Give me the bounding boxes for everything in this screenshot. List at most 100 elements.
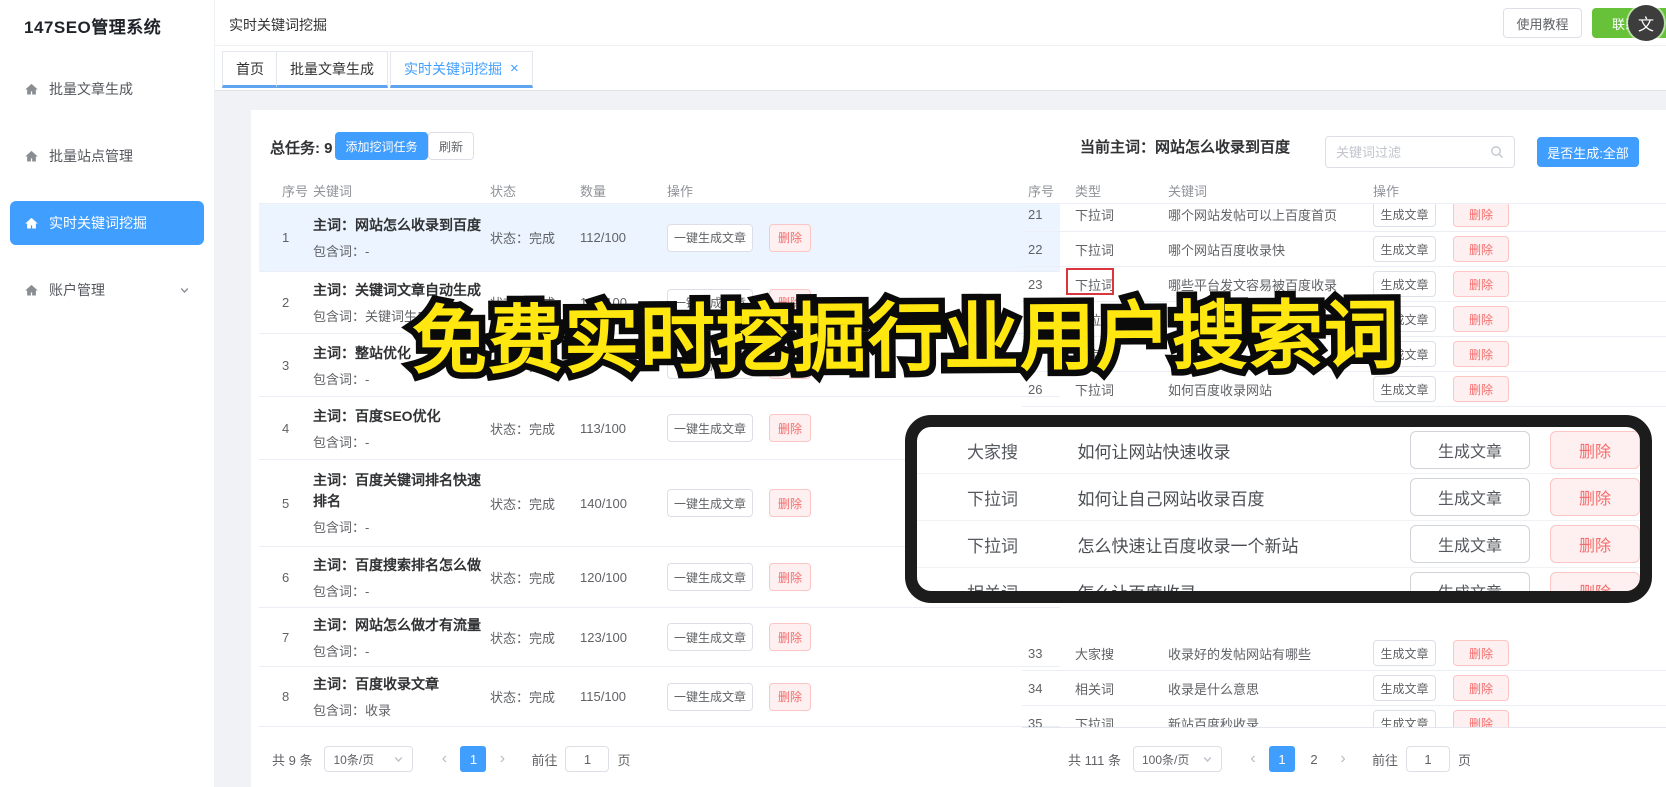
status-cell: 状态：完成 bbox=[490, 570, 556, 586]
delete-button[interactable]: 删除 bbox=[769, 682, 811, 711]
page-number-button[interactable]: 1 bbox=[460, 746, 487, 772]
generate-article-button[interactable]: 生成文章 bbox=[1410, 431, 1530, 469]
total-count-label: 共 111 条 bbox=[1068, 752, 1121, 768]
column-header: 操作 bbox=[667, 184, 694, 199]
generate-article-button[interactable]: 生成文章 bbox=[1410, 572, 1530, 591]
next-page-button[interactable]: › bbox=[1335, 750, 1351, 768]
tab-bar: 首页 批量文章生成 实时关键词挖掘 × bbox=[215, 46, 1666, 91]
table-row[interactable]: 7 主词：网站怎么做才有流量 包含词：- 状态：完成 123/100 一键生成文章 删除 bbox=[259, 608, 1060, 667]
delete-button[interactable]: 删除 bbox=[1453, 710, 1509, 727]
delete-button[interactable]: 删除 bbox=[769, 414, 811, 442]
keyword-cell: 主词：百度搜索排名怎么做 包含词：- bbox=[313, 555, 490, 600]
delete-button[interactable]: 删除 bbox=[1453, 640, 1509, 666]
generate-article-button[interactable]: 一键生成文章 bbox=[667, 682, 753, 711]
column-header: 类型 bbox=[1075, 184, 1102, 199]
refresh-button[interactable]: 刷新 bbox=[428, 132, 474, 160]
contains-keyword: 包含词：收录 bbox=[313, 703, 392, 718]
sidebar-item-account[interactable]: 账户管理 bbox=[10, 268, 204, 312]
sidebar-item-batch-site[interactable]: 批量站点管理 bbox=[10, 134, 204, 178]
quantity-cell: 120/100 bbox=[580, 569, 627, 585]
keyword-cell: 主词：百度SEO优化 包含词：- bbox=[313, 406, 490, 451]
delete-button[interactable]: 删除 bbox=[769, 623, 811, 651]
zoomed-table-row: 下拉词 怎么快速让百度收录一个新站 生成文章 删除 bbox=[917, 521, 1640, 568]
next-page-button[interactable]: › bbox=[494, 750, 510, 768]
delete-button[interactable]: 删除 bbox=[1453, 306, 1509, 332]
generate-article-button[interactable]: 一键生成文章 bbox=[667, 563, 753, 591]
table-row[interactable]: 8 主词：百度收录文章 包含词：收录 状态：完成 115/100 一键生成文章 删除 bbox=[259, 667, 1060, 727]
prev-page-button[interactable]: ‹ bbox=[1245, 750, 1261, 768]
keyword-filter-input[interactable] bbox=[1336, 144, 1486, 160]
delete-button[interactable]: 删除 bbox=[1550, 431, 1640, 469]
goto-unit-label: 页 bbox=[1458, 752, 1472, 768]
generate-article-button[interactable]: 一键生成文章 bbox=[667, 623, 753, 651]
delete-button[interactable]: 删除 bbox=[1550, 572, 1640, 591]
tab-batch-article[interactable]: 批量文章生成 bbox=[276, 51, 388, 88]
delete-button[interactable]: 删除 bbox=[1550, 525, 1640, 563]
main-keyword: 主词：百度搜索排名怎么做 bbox=[313, 556, 481, 573]
generate-article-button[interactable]: 生成文章 bbox=[1373, 640, 1436, 666]
generate-article-button[interactable]: 生成文章 bbox=[1373, 236, 1436, 262]
prev-page-button[interactable]: ‹ bbox=[436, 750, 452, 768]
table-row: 22 下拉词 哪个网站百度收录快 生成文章 删除 bbox=[1022, 232, 1666, 267]
type-cell: 下拉词 bbox=[1075, 716, 1115, 728]
delete-button[interactable]: 删除 bbox=[1453, 204, 1509, 227]
row-index: 35 bbox=[1028, 715, 1043, 728]
delete-button[interactable]: 删除 bbox=[769, 563, 811, 591]
add-task-button[interactable]: 添加挖词任务 bbox=[335, 132, 428, 160]
total-tasks-value: 9 bbox=[324, 140, 333, 157]
generate-article-button[interactable]: 生成文章 bbox=[1410, 478, 1530, 516]
main-keyword: 主词：百度收录文章 bbox=[313, 676, 439, 692]
table-row: 33 大家搜 收录好的发帖网站有哪些 生成文章 删除 bbox=[1022, 636, 1666, 671]
row-index: 2 bbox=[282, 295, 290, 310]
generate-article-button[interactable]: 生成文章 bbox=[1373, 710, 1436, 727]
sidebar-item-realtime-keyword[interactable]: 实时关键词挖掘 bbox=[10, 201, 204, 245]
page-number-list: 1 bbox=[457, 746, 489, 772]
row-index: 4 bbox=[282, 420, 290, 436]
sidebar-menu: 批量文章生成 批量站点管理 实时关键词挖掘 账户管理 bbox=[0, 67, 214, 312]
delete-button[interactable]: 删除 bbox=[769, 489, 811, 517]
tab-home[interactable]: 首页 bbox=[222, 51, 278, 88]
row-actions: 一键生成文章 删除 bbox=[667, 682, 811, 711]
translate-icon[interactable]: 文 bbox=[1628, 5, 1664, 41]
current-keyword-text: 当前主词： bbox=[1080, 139, 1156, 156]
type-cell: 大家搜 bbox=[967, 442, 1018, 462]
search-icon bbox=[1491, 146, 1503, 158]
generate-article-button[interactable]: 一键生成文章 bbox=[667, 223, 753, 252]
generate-article-button[interactable]: 一键生成文章 bbox=[667, 489, 753, 517]
delete-button[interactable]: 删除 bbox=[1453, 376, 1509, 402]
goto-page-input[interactable] bbox=[565, 746, 610, 772]
generate-article-button[interactable]: 生成文章 bbox=[1373, 204, 1436, 227]
delete-button[interactable]: 删除 bbox=[1453, 341, 1509, 367]
goto-page-input[interactable] bbox=[1406, 746, 1450, 772]
tutorial-button[interactable]: 使用教程 bbox=[1503, 8, 1582, 38]
home-icon bbox=[25, 217, 38, 228]
delete-button[interactable]: 删除 bbox=[1453, 675, 1509, 701]
overlay-caption: 免费实时挖掘行业用户搜索词 bbox=[412, 287, 1401, 391]
column-header: 关键词 bbox=[1168, 184, 1208, 199]
home-icon bbox=[25, 83, 38, 94]
page-size-select[interactable]: 10条/页 bbox=[324, 746, 414, 772]
type-cell: 相关词 bbox=[967, 583, 1018, 603]
type-cell: 下拉词 bbox=[1075, 242, 1115, 258]
generate-article-button[interactable]: 生成文章 bbox=[1373, 675, 1436, 701]
table-row[interactable]: 1 主词：网站怎么收录到百度 包含词：- 状态：完成 112/100 一键生成文章 删除 bbox=[259, 204, 1060, 272]
column-header: 状态 bbox=[490, 184, 517, 199]
keyword-cell: 如何让网站快速收录 bbox=[1077, 442, 1231, 462]
tab-realtime-keyword[interactable]: 实时关键词挖掘 × bbox=[390, 51, 533, 88]
keyword-cell: 收录是什么意思 bbox=[1168, 681, 1260, 697]
generate-article-button[interactable]: 一键生成文章 bbox=[667, 414, 753, 442]
close-icon[interactable]: × bbox=[510, 60, 519, 77]
page-number-button[interactable]: 2 bbox=[1301, 746, 1327, 772]
delete-button[interactable]: 删除 bbox=[1453, 236, 1509, 262]
generate-article-button[interactable]: 生成文章 bbox=[1410, 525, 1530, 563]
delete-button[interactable]: 删除 bbox=[769, 223, 811, 252]
row-actions: 生成文章 删除 bbox=[1373, 236, 1509, 262]
keyword-filter-field bbox=[1325, 136, 1515, 168]
sidebar-item-batch-article[interactable]: 批量文章生成 bbox=[10, 67, 204, 111]
delete-button[interactable]: 删除 bbox=[1550, 478, 1640, 516]
delete-button[interactable]: 删除 bbox=[1453, 271, 1509, 297]
page-number-button[interactable]: 1 bbox=[1268, 746, 1295, 772]
table-row: 35 下拉词 新站百度秒收录 生成文章 删除 bbox=[1022, 706, 1666, 728]
page-size-select[interactable]: 100条/页 bbox=[1132, 746, 1222, 772]
generate-all-button[interactable]: 是否生成:全部 bbox=[1537, 137, 1639, 167]
